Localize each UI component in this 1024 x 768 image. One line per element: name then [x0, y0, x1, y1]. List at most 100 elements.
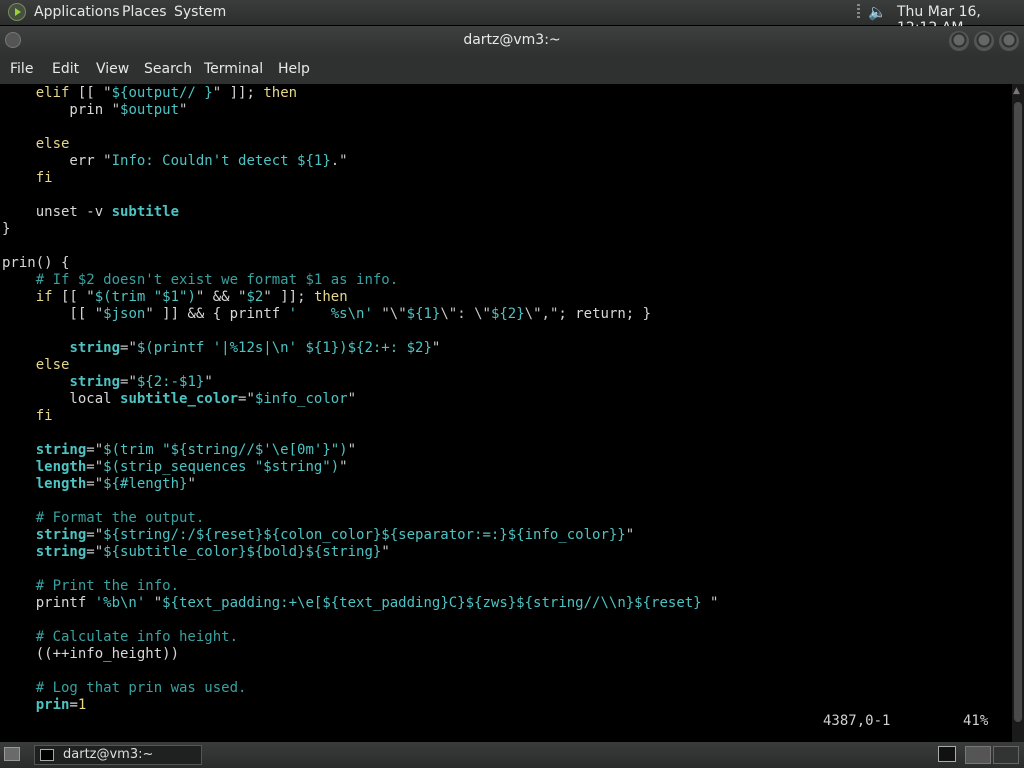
- code-token: ": [145, 306, 154, 322]
- menu-help[interactable]: Help: [278, 61, 310, 77]
- code-token: string: [35, 544, 87, 560]
- code-token: length: [35, 459, 87, 475]
- code-token: unset -v: [2, 204, 112, 220]
- terminal-line: ((++info_height)): [2, 646, 179, 663]
- window-titlebar[interactable]: dartz@vm3:~: [0, 26, 1024, 56]
- code-token: $2: [246, 289, 264, 305]
- code-token: ": [103, 153, 112, 169]
- workspace-1[interactable]: [965, 746, 991, 764]
- code-token: string: [69, 374, 121, 390]
- terminal-line: string="$(printf '|%12s|\n' ${1})${2:+: …: [2, 340, 440, 357]
- code-token: err: [2, 153, 104, 169]
- taskbar-window-button[interactable]: dartz@vm3:~: [34, 745, 202, 765]
- terminal-line: }: [2, 221, 10, 238]
- terminal-line: if [[ "$(trim "$1")" && "$2" ]]; then: [2, 289, 348, 306]
- code-token: $(strip_sequences "$string"): [103, 459, 340, 475]
- terminal-line: prin() {: [2, 255, 69, 272]
- code-token: $(trim "${string//$'\e[0m'}"): [103, 442, 348, 458]
- speaker-icon[interactable]: 🔈: [868, 3, 888, 21]
- code-token: ]] && { printf: [153, 306, 289, 322]
- code-token: '%b\n': [94, 595, 146, 611]
- terminal-line: [[ "$json" ]] && { printf ' %s\n' "\"${1…: [2, 306, 651, 323]
- code-token: [[: [52, 289, 87, 305]
- code-token: ${1}: [297, 153, 331, 169]
- maximize-button[interactable]: [974, 31, 994, 51]
- menu-view[interactable]: View: [96, 61, 129, 77]
- terminal-scrollbar[interactable]: ▲: [1012, 84, 1024, 742]
- code-token: ${output// }: [111, 85, 213, 101]
- code-token: Info: Couldn't detect: [111, 153, 298, 169]
- terminal-line: fi: [2, 170, 53, 187]
- terminal-view[interactable]: 4387,0-1 41% elif [[ "${output// }" ]]; …: [0, 84, 1012, 742]
- gnome-foot-icon[interactable]: [8, 3, 26, 21]
- workspace-2[interactable]: [993, 746, 1019, 764]
- code-token: subtitle_color: [120, 391, 239, 407]
- code-token: fi: [35, 408, 53, 424]
- code-token: string: [69, 340, 121, 356]
- menu-edit[interactable]: Edit: [52, 61, 79, 77]
- code-token: ' %s\n': [288, 306, 373, 322]
- panel-separator: [857, 4, 860, 20]
- code-token: "\": [381, 306, 407, 322]
- code-token: .": [330, 153, 348, 169]
- code-token: subtitle: [111, 204, 180, 220]
- menu-search[interactable]: Search: [144, 61, 192, 77]
- code-token: [[: [69, 85, 104, 101]
- code-token: ]];: [221, 85, 264, 101]
- menu-system[interactable]: System: [174, 4, 226, 20]
- code-token: prin: [35, 697, 70, 713]
- menu-file[interactable]: File: [10, 61, 33, 77]
- top-panel: Applications Places System 🔈 Thu Mar 16,…: [0, 0, 1024, 36]
- scroll-up-icon[interactable]: ▲: [1013, 86, 1020, 96]
- terminal-tray-icon[interactable]: [938, 746, 956, 762]
- code-token: ": [701, 595, 719, 611]
- scrollbar-thumb[interactable]: [1014, 102, 1022, 722]
- code-token: else: [35, 136, 70, 152]
- code-token: string: [35, 527, 87, 543]
- code-token: else: [35, 357, 70, 373]
- terminal-line: string="${subtitle_color}${bold}${string…: [2, 544, 390, 561]
- cursor-position: 4387,0-1: [823, 713, 891, 729]
- menu-places[interactable]: Places: [122, 4, 167, 20]
- code-token: &&: [204, 289, 239, 305]
- show-desktop-icon[interactable]: [4, 747, 20, 761]
- terminal-icon: [40, 749, 54, 761]
- terminal-line: local subtitle_color="$info_color": [2, 391, 356, 408]
- terminal-line: else: [2, 136, 70, 153]
- bottom-panel: dartz@vm3:~: [0, 742, 1024, 768]
- terminal-line: err "Info: Couldn't detect ${1}.": [2, 153, 348, 170]
- code-token: =": [86, 527, 104, 543]
- code-token: =": [120, 374, 137, 390]
- code-token: ${#length}: [103, 476, 188, 492]
- code-token: # If $2 doesn't exist we format $1 as in…: [35, 272, 399, 288]
- terminal-line: length="${#length}": [2, 476, 196, 493]
- code-token: ${2:+: $2}: [347, 340, 432, 356]
- code-token: \",": [524, 306, 559, 322]
- code-token: ": [153, 595, 163, 611]
- code-token: $info_color: [254, 391, 348, 407]
- menu-applications[interactable]: Applications: [34, 4, 120, 20]
- menu-terminal[interactable]: Terminal: [204, 61, 263, 77]
- code-token: ": [204, 374, 213, 390]
- code-token: \": \": [440, 306, 491, 322]
- code-token: printf: [2, 595, 95, 611]
- close-button[interactable]: [999, 31, 1019, 51]
- code-token: length: [35, 476, 87, 492]
- code-token: ": [381, 544, 390, 560]
- minimize-button[interactable]: [949, 31, 969, 51]
- code-token: ${text_padding:+\e[${text_padding}C}${zw…: [162, 595, 702, 611]
- terminal-line: printf '%b\n' "${text_padding:+\e[${text…: [2, 595, 719, 612]
- code-token: 1: [77, 697, 87, 713]
